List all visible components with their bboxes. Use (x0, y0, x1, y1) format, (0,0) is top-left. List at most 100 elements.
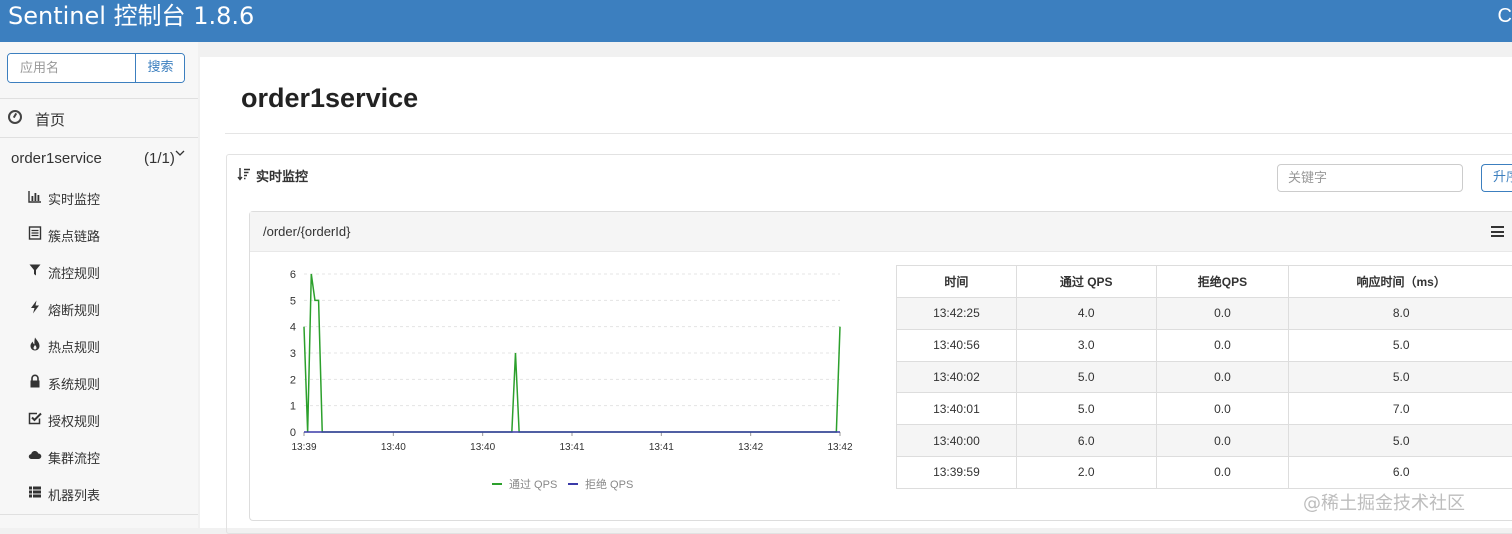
topbar-corner-text[interactable]: C (1498, 5, 1512, 28)
fire-icon (28, 337, 42, 351)
app-search-input[interactable] (8, 54, 135, 82)
sort-button[interactable]: 升序 (1481, 164, 1512, 192)
app-machine-count: (1/1) (144, 150, 175, 167)
grid-list-icon (28, 485, 42, 499)
table-row: 13:39:592.00.06.0 (897, 456, 1512, 488)
bar-chart-icon (28, 189, 42, 203)
y-tick-label: 4 (290, 322, 296, 334)
sort-icon (237, 167, 251, 184)
app-name: order1service (11, 150, 102, 167)
flash-icon (28, 300, 42, 314)
legend-label: 拒绝 QPS (585, 477, 633, 491)
list-icon (28, 226, 42, 240)
table-cell: 6.0 (1289, 456, 1512, 488)
sidebar-item-authority-rules[interactable]: 授权规则 (0, 400, 198, 437)
sidebar-item-label: 系统规则 (48, 374, 100, 393)
sidebar-item-hotspot-rules[interactable]: 热点规则 (0, 326, 198, 363)
table-cell: 6.0 (1016, 425, 1156, 457)
metrics-table: 时间 通过 QPS 拒绝QPS 响应时间（ms） 13:42:254.00.08… (896, 265, 1512, 489)
table-header-row: 时间 通过 QPS 拒绝QPS 响应时间（ms） (897, 266, 1512, 298)
table-row: 13:40:025.00.05.0 (897, 361, 1512, 393)
x-tick-label: 13:39 (291, 442, 316, 453)
sidebar-item-label: 熔断规则 (48, 300, 100, 319)
sidebar-app-order1service[interactable]: order1service (1/1) (0, 139, 198, 177)
chevron-down-icon (175, 148, 185, 160)
cloud-icon (28, 448, 42, 462)
sidebar-item-cluster-link[interactable]: 簇点链路 (0, 215, 198, 252)
filter-icon (28, 263, 42, 277)
sidebar-item-realtime-monitor[interactable]: 实时监控 (0, 178, 198, 215)
sidebar-item-machine-list[interactable]: 机器列表 (0, 474, 198, 511)
sidebar-item-degrade-rules[interactable]: 熔断规则 (0, 289, 198, 326)
page-title: order1service (241, 83, 418, 114)
sidebar: 搜索 首页 order1service (1/1) 实时监控 簇点链路 流控规则… (0, 42, 198, 528)
y-tick-label: 2 (290, 374, 296, 386)
sidebar-divider (0, 514, 198, 515)
sidebar-item-label: 簇点链路 (48, 226, 100, 245)
metrics-table-body: 13:42:254.00.08.013:40:563.00.05.013:40:… (897, 298, 1512, 489)
table-cell: 8.0 (1289, 298, 1512, 330)
qps-chart-svg: 012345613:3913:4013:4013:4113:4113:4213:… (254, 256, 864, 518)
table-cell: 13:40:00 (897, 425, 1017, 457)
sidebar-item-label: 实时监控 (48, 189, 100, 208)
table-cell: 0.0 (1156, 456, 1289, 488)
table-row: 13:40:006.00.05.0 (897, 425, 1512, 457)
table-row: 13:40:015.00.07.0 (897, 393, 1512, 425)
resource-card-header: /order/{orderId} (250, 212, 1512, 252)
sidebar-item-label: 流控规则 (48, 263, 100, 282)
sidebar-item-label: 热点规则 (48, 337, 100, 356)
table-cell: 5.0 (1016, 361, 1156, 393)
table-cell: 0.0 (1156, 425, 1289, 457)
title-divider (225, 133, 1512, 134)
content-card: order1service 实时监控 升序 /order/{orderId} 0… (200, 57, 1512, 528)
table-cell: 3.0 (1016, 329, 1156, 361)
column-header: 拒绝QPS (1156, 266, 1289, 298)
x-tick-label: 13:40 (381, 442, 406, 453)
y-tick-label: 5 (290, 295, 296, 307)
x-tick-label: 13:40 (470, 442, 495, 453)
table-cell: 13:40:56 (897, 329, 1017, 361)
main-area: order1service 实时监控 升序 /order/{orderId} 0… (198, 42, 1512, 528)
x-tick-label: 13:41 (649, 442, 674, 453)
search-button[interactable]: 搜索 (135, 54, 185, 82)
check-icon (28, 411, 42, 425)
column-header: 响应时间（ms） (1289, 266, 1512, 298)
table-cell: 7.0 (1289, 393, 1512, 425)
table-cell: 2.0 (1016, 456, 1156, 488)
sidebar-item-label: 首页 (35, 109, 65, 130)
app-brand[interactable]: Sentinel 控制台 1.8.6 (8, 3, 254, 29)
y-tick-label: 6 (290, 269, 296, 281)
sidebar-item-system-rules[interactable]: 系统规则 (0, 363, 198, 400)
table-cell: 5.0 (1289, 425, 1512, 457)
column-header: 通过 QPS (1016, 266, 1156, 298)
hamburger-menu-icon[interactable] (1491, 226, 1504, 237)
table-cell: 0.0 (1156, 393, 1289, 425)
sidebar-item-label: 授权规则 (48, 411, 100, 430)
realtime-monitor-panel: 实时监控 升序 /order/{orderId} 012345613:3913:… (226, 154, 1512, 534)
sidebar-item-home[interactable]: 首页 (0, 98, 198, 138)
lock-icon (28, 374, 42, 388)
column-header: 时间 (897, 266, 1017, 298)
table-cell: 13:40:01 (897, 393, 1017, 425)
sidebar-item-label: 集群流控 (48, 448, 100, 467)
table-cell: 0.0 (1156, 298, 1289, 330)
panel-title: 实时监控 (256, 166, 308, 185)
resource-name: /order/{orderId} (263, 224, 350, 239)
qps-chart: 012345613:3913:4013:4013:4113:4113:4213:… (254, 256, 864, 518)
table-cell: 5.0 (1289, 361, 1512, 393)
watermark: @稀土掘金技术社区 (1303, 489, 1465, 515)
table-cell: 5.0 (1289, 329, 1512, 361)
app-menu: 实时监控 簇点链路 流控规则 熔断规则 热点规则 系统规则 授权规则 集群流控 (0, 178, 198, 511)
table-cell: 5.0 (1016, 393, 1156, 425)
keyword-search-input[interactable] (1277, 164, 1463, 192)
sidebar-item-cluster-flow[interactable]: 集群流控 (0, 437, 198, 474)
sidebar-item-flow-rules[interactable]: 流控规则 (0, 252, 198, 289)
table-cell: 13:40:02 (897, 361, 1017, 393)
dashboard-icon (8, 110, 22, 124)
y-tick-label: 1 (290, 401, 296, 413)
table-cell: 0.0 (1156, 329, 1289, 361)
table-row: 13:42:254.00.08.0 (897, 298, 1512, 330)
x-tick-label: 13:42 (827, 442, 852, 453)
top-bar: Sentinel 控制台 1.8.6 C (0, 0, 1512, 42)
legend-label: 通过 QPS (509, 478, 557, 491)
